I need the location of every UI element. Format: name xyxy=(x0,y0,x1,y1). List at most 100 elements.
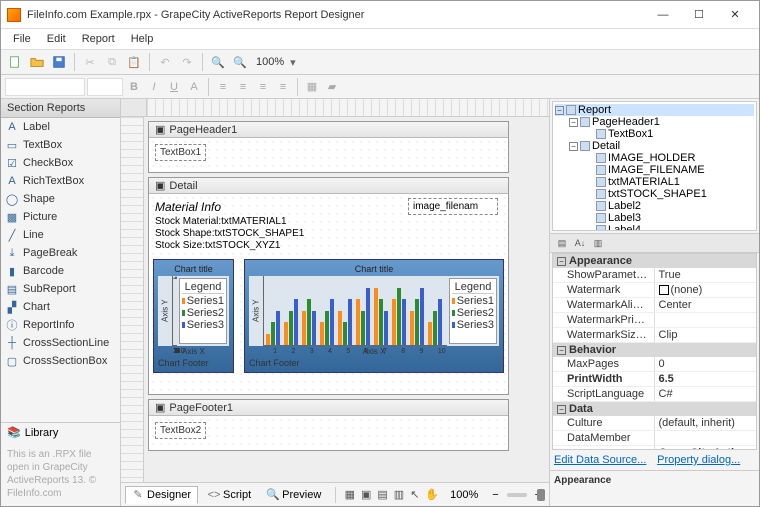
tree-label2[interactable]: Label2 xyxy=(555,200,754,212)
tool-shape[interactable]: ◯Shape xyxy=(1,190,120,208)
layout-icon4[interactable]: ▥ xyxy=(393,485,405,505)
align-right-icon[interactable]: ≡ xyxy=(254,78,272,96)
tool-pagebreak[interactable]: ⤓PageBreak xyxy=(1,244,120,262)
categorized-icon[interactable]: ▤ xyxy=(554,235,570,251)
close-button[interactable]: ✕ xyxy=(717,4,753,26)
chart-bar[interactable]: Chart title Axis Y 12345678910 Legend Se… xyxy=(244,259,504,373)
cat-behavior[interactable]: −Behavior xyxy=(553,343,756,357)
layout-icon3[interactable]: ▤ xyxy=(376,485,388,505)
tool-line[interactable]: ╱Line xyxy=(1,226,120,244)
stock-shape-line[interactable]: Stock Shape:txtSTOCK_SHAPE1 xyxy=(155,228,502,239)
property-grid[interactable]: −Appearance ShowParameterUITrue Watermar… xyxy=(552,253,757,450)
prop-pages-icon[interactable]: ▥ xyxy=(590,235,606,251)
minimize-button[interactable]: — xyxy=(645,4,681,26)
font-size-dropdown[interactable] xyxy=(87,78,123,96)
tree-txtstockshape1[interactable]: txtSTOCK_SHAPE1 xyxy=(555,188,754,200)
chart2-legend: Legend Series1 Series2 Series3 xyxy=(449,278,497,344)
tool-richtextbox[interactable]: ARichTextBox xyxy=(1,172,120,190)
textbox2-field[interactable]: TextBox2 xyxy=(155,422,206,439)
copy-icon[interactable]: ⧉ xyxy=(102,52,122,72)
tool-label[interactable]: ALabel xyxy=(1,118,120,136)
tree-detail[interactable]: −Detail xyxy=(555,140,754,152)
layout-icon2[interactable]: ▣ xyxy=(360,485,372,505)
library-section[interactable]: 📚Library xyxy=(1,422,120,442)
menu-help[interactable]: Help xyxy=(123,31,162,47)
tab-script[interactable]: <>Script xyxy=(202,487,257,503)
hand-icon[interactable]: ✋ xyxy=(424,485,440,505)
tool-checkbox[interactable]: ☑CheckBox xyxy=(1,154,120,172)
maximize-button[interactable]: ☐ xyxy=(681,4,717,26)
zoom-value[interactable]: 100% xyxy=(252,56,288,68)
align-center-icon[interactable]: ≡ xyxy=(234,78,252,96)
stock-size-line[interactable]: Stock Size:txtSTOCK_XYZ1 xyxy=(155,240,502,251)
layout-icon1[interactable]: ▦ xyxy=(344,485,356,505)
cat-appearance[interactable]: −Appearance xyxy=(553,254,756,268)
tool-crosssectionline[interactable]: ┼CrossSectionLine xyxy=(1,334,120,352)
tool-textbox[interactable]: ▭TextBox xyxy=(1,136,120,154)
tool-crosssectionbox[interactable]: ▢CrossSectionBox xyxy=(1,352,120,370)
zoom-slider[interactable] xyxy=(507,493,527,497)
zoom-minus-icon[interactable]: − xyxy=(488,489,502,501)
tree-label4[interactable]: Label4 xyxy=(555,224,754,231)
save-icon[interactable] xyxy=(49,52,69,72)
chart1-title: Chart title xyxy=(174,264,213,274)
open-icon[interactable] xyxy=(27,52,47,72)
underline-icon[interactable]: U xyxy=(165,78,183,96)
chart2-plot: 12345678910 xyxy=(263,276,447,346)
pointer-icon[interactable]: ↖ xyxy=(409,485,420,505)
collapse-icon[interactable]: ▣ xyxy=(155,401,165,414)
zoom-in-icon[interactable]: 🔍 xyxy=(230,52,250,72)
cat-data[interactable]: −Data xyxy=(553,402,756,416)
edit-datasource-link[interactable]: Edit Data Source... xyxy=(554,454,646,466)
tree-pageheader[interactable]: −PageHeader1 xyxy=(555,116,754,128)
border-icon[interactable]: ▦ xyxy=(303,78,321,96)
tab-preview[interactable]: 🔍Preview xyxy=(261,487,327,503)
font-family-dropdown[interactable] xyxy=(5,78,85,96)
canvas[interactable]: ▣PageHeader1 TextBox1 ▣Detail Material I… xyxy=(144,117,549,482)
alphabetical-icon[interactable]: A↓ xyxy=(572,235,588,251)
checkbox-icon: ☑ xyxy=(5,156,19,170)
collapse-icon[interactable]: ▣ xyxy=(155,123,165,136)
ruler-vertical[interactable] xyxy=(121,117,144,482)
collapse-icon[interactable]: ▣ xyxy=(155,179,165,192)
section-pageheader[interactable]: ▣PageHeader1 TextBox1 xyxy=(148,121,509,173)
stock-material-line[interactable]: Stock Material:txtMATERIAL1 xyxy=(155,216,502,227)
bold-icon[interactable]: B xyxy=(125,78,143,96)
font-color-icon[interactable]: A xyxy=(185,78,203,96)
tree-image-filename[interactable]: IMAGE_FILENAME xyxy=(555,164,754,176)
tree-label3[interactable]: Label3 xyxy=(555,212,754,224)
tool-picture[interactable]: ▩Picture xyxy=(1,208,120,226)
menu-report[interactable]: Report xyxy=(74,31,123,47)
menu-edit[interactable]: Edit xyxy=(39,31,74,47)
menu-file[interactable]: File xyxy=(5,31,39,47)
zoom-out-icon[interactable]: 🔍 xyxy=(208,52,228,72)
redo-icon[interactable]: ↷ xyxy=(177,52,197,72)
tool-subreport[interactable]: ▤SubReport xyxy=(1,280,120,298)
tree-root[interactable]: −Report xyxy=(555,104,754,116)
tree-textbox1[interactable]: TextBox1 xyxy=(555,128,754,140)
tool-barcode[interactable]: ▮Barcode xyxy=(1,262,120,280)
chart1-axis-x: Axis X xyxy=(182,347,205,356)
chart-area[interactable]: Chart title Axis Y 12345678910 Legend Se… xyxy=(153,259,234,373)
footer-zoom[interactable]: 100% xyxy=(444,489,484,501)
cut-icon[interactable]: ✂ xyxy=(80,52,100,72)
ruler-horizontal[interactable] xyxy=(147,99,549,116)
tree-txtmaterial1[interactable]: txtMATERIAL1 xyxy=(555,176,754,188)
report-tree[interactable]: −Report −PageHeader1 TextBox1 −Detail IM… xyxy=(552,101,757,231)
tab-designer[interactable]: ✎Designer xyxy=(125,486,198,504)
align-justify-icon[interactable]: ≡ xyxy=(274,78,292,96)
tree-image-holder[interactable]: IMAGE_HOLDER xyxy=(555,152,754,164)
section-detail[interactable]: ▣Detail Material Info Stock Material:txt… xyxy=(148,177,509,395)
undo-icon[interactable]: ↶ xyxy=(155,52,175,72)
fill-color-icon[interactable]: ▰ xyxy=(323,78,341,96)
new-icon[interactable] xyxy=(5,52,25,72)
tool-reportinfo[interactable]: ⓘReportInfo xyxy=(1,316,120,334)
section-pagefooter[interactable]: ▣PageFooter1 TextBox2 xyxy=(148,399,509,451)
textbox1-field[interactable]: TextBox1 xyxy=(155,144,206,161)
align-left-icon[interactable]: ≡ xyxy=(214,78,232,96)
paste-icon[interactable]: 📋 xyxy=(124,52,144,72)
tool-chart[interactable]: ▞Chart xyxy=(1,298,120,316)
image-placeholder[interactable]: image_filenam xyxy=(408,198,498,215)
italic-icon[interactable]: I xyxy=(145,78,163,96)
property-dialog-link[interactable]: Property dialog... xyxy=(657,454,740,466)
